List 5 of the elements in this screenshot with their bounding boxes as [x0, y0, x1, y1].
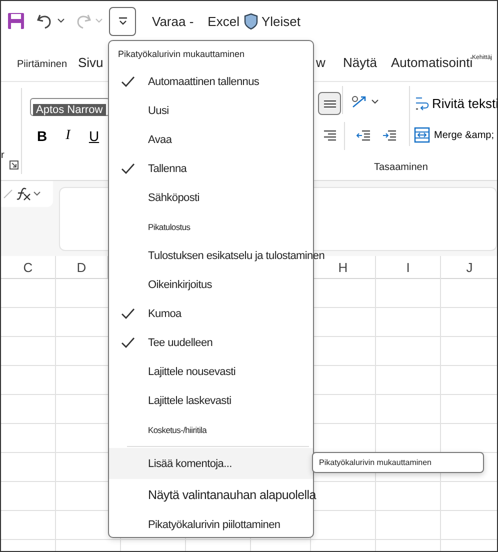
tooltip: Pikatyökalurivin mukauttaminen: [312, 452, 484, 473]
group-label: r: [1, 150, 4, 161]
app-name: Excel: [208, 14, 240, 28]
menu-header: Pikatyökalurivin mukauttaminen: [118, 49, 246, 59]
group-label: Tasaaminen: [374, 162, 428, 173]
